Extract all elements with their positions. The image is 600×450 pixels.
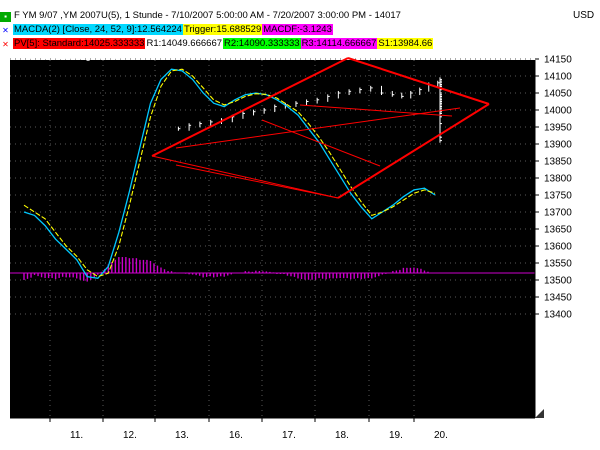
y-tick-label: 13450 (544, 293, 572, 304)
pivot-remove-icon[interactable]: ✕ (0, 40, 11, 50)
x-axis: 11. 12. 13. 16. 17. 18. 19. 20. (10, 417, 535, 441)
x-tick-label: 19. (389, 430, 403, 441)
macdf-legend[interactable]: MACDF:-3.1243 (262, 24, 333, 35)
macd-legend-line: ✕ MACDA(2) [Close, 24, 52, 9]:12.564224 Tr… (0, 24, 333, 36)
y-tick-label: 13500 (544, 276, 572, 287)
y-tick-label: 13850 (544, 157, 572, 168)
y-axis: 14150 14100 14050 14000 13950 13900 13850 13800… (534, 55, 572, 418)
y-tick-label: 13700 (544, 208, 572, 219)
r3-legend[interactable]: R3:14114.666667 (300, 38, 378, 49)
y-tick-label: 13600 (544, 242, 572, 253)
r1-legend[interactable]: R1:14049.666667 (145, 38, 224, 49)
macd-remove-icon[interactable]: ✕ (0, 26, 11, 36)
chart-title: F YM 9/07 ,YM 2007U(5), 1 Stunde - 7/10/… (14, 10, 401, 21)
x-tick-label: 18. (335, 430, 349, 441)
x-tick-label: 12. (123, 430, 137, 441)
y-tick-label: 14100 (544, 72, 572, 83)
pivot-legend[interactable]: PV[5]: Standard:14025.333333 (13, 38, 146, 49)
trigger-legend[interactable]: Trigger:15.688529 (182, 24, 263, 35)
x-tick-label: 11. (70, 430, 83, 441)
y-tick-label: 13400 (544, 310, 572, 321)
y-tick-label: 13950 (544, 123, 572, 134)
y-tick-label: 13900 (544, 140, 572, 151)
x-tick-label: 13. (175, 430, 189, 441)
currency-label: USD (573, 10, 595, 21)
title-line: ▪ F YM 9/07 ,YM 2007U(5), 1 Stunde - 7/10… (0, 10, 402, 22)
macd-legend[interactable]: MACDA(2) [Close, 24, 52, 9]:12.564224 (13, 24, 183, 35)
y-tick-label: 13750 (544, 191, 572, 202)
y-tick-label: 14050 (544, 89, 572, 100)
y-tick-label: 13550 (544, 259, 572, 270)
resize-grip-icon[interactable] (535, 409, 544, 418)
y-tick-label: 14150 (544, 55, 572, 66)
x-tick-label: 20. (434, 430, 448, 441)
x-tick-label: 16. (229, 430, 243, 441)
y-tick-label: 14000 (544, 106, 572, 117)
pivot-legend-line: ✕ PV[5]: Standard:14025.333333 R1:14049.66… (0, 38, 434, 50)
s1-legend[interactable]: S1:13984.66 (377, 38, 434, 49)
r2-legend[interactable]: R2:14090.333333 (223, 38, 301, 49)
price-chart[interactable]: 14150 14100 14050 14000 13950 13900 13850 13800… (0, 0, 600, 450)
y-tick-label: 13800 (544, 174, 572, 185)
chart-window: 14150 14100 14050 14000 13950 13900 13850 13800… (0, 0, 600, 450)
chart-toggle-icon[interactable]: ▪ (0, 12, 11, 22)
watermark: © www.tradesignal.com (28, 51, 123, 61)
plot-background (10, 60, 535, 418)
x-tick-label: 17. (282, 430, 296, 441)
y-tick-label: 13650 (544, 225, 572, 236)
